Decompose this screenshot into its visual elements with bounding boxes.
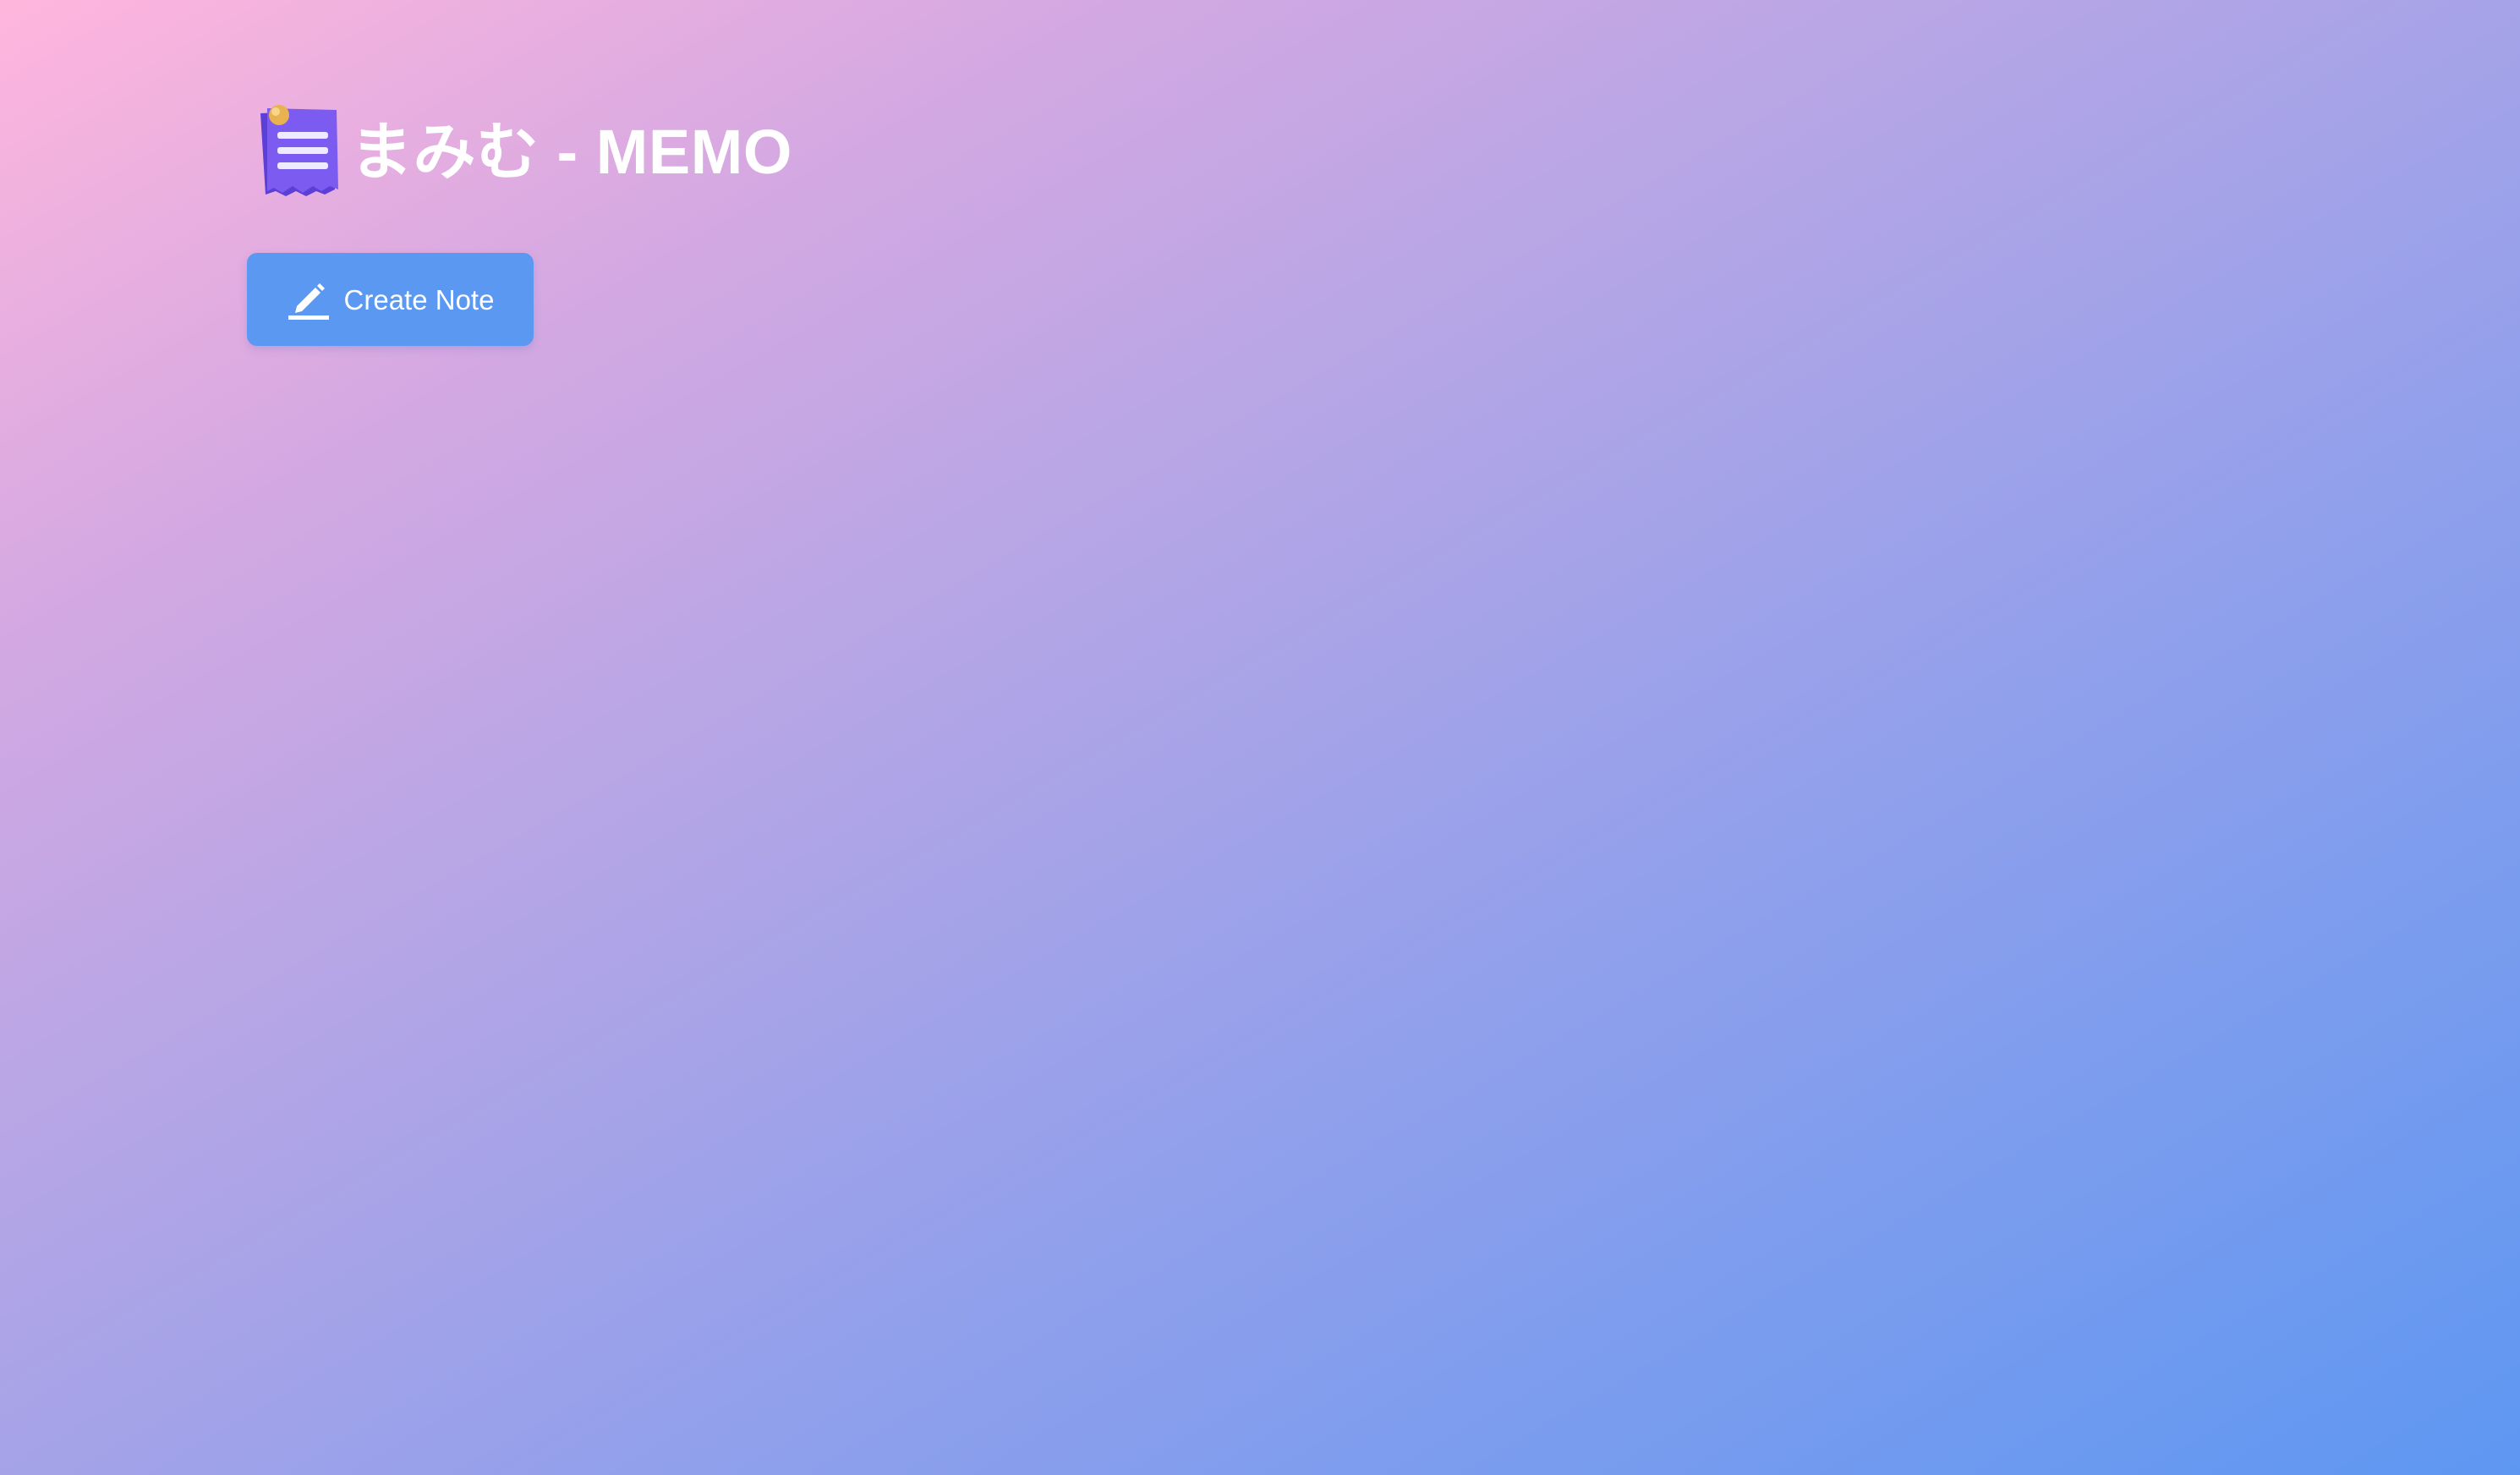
app-header: まみむ - MEMO (254, 100, 792, 205)
create-note-button[interactable]: Create Note (247, 253, 534, 346)
memo-note-icon (260, 105, 338, 196)
app-title: まみむ - MEMO (350, 117, 792, 187)
pencil-icon (288, 283, 329, 320)
create-note-label: Create Note (343, 283, 495, 315)
